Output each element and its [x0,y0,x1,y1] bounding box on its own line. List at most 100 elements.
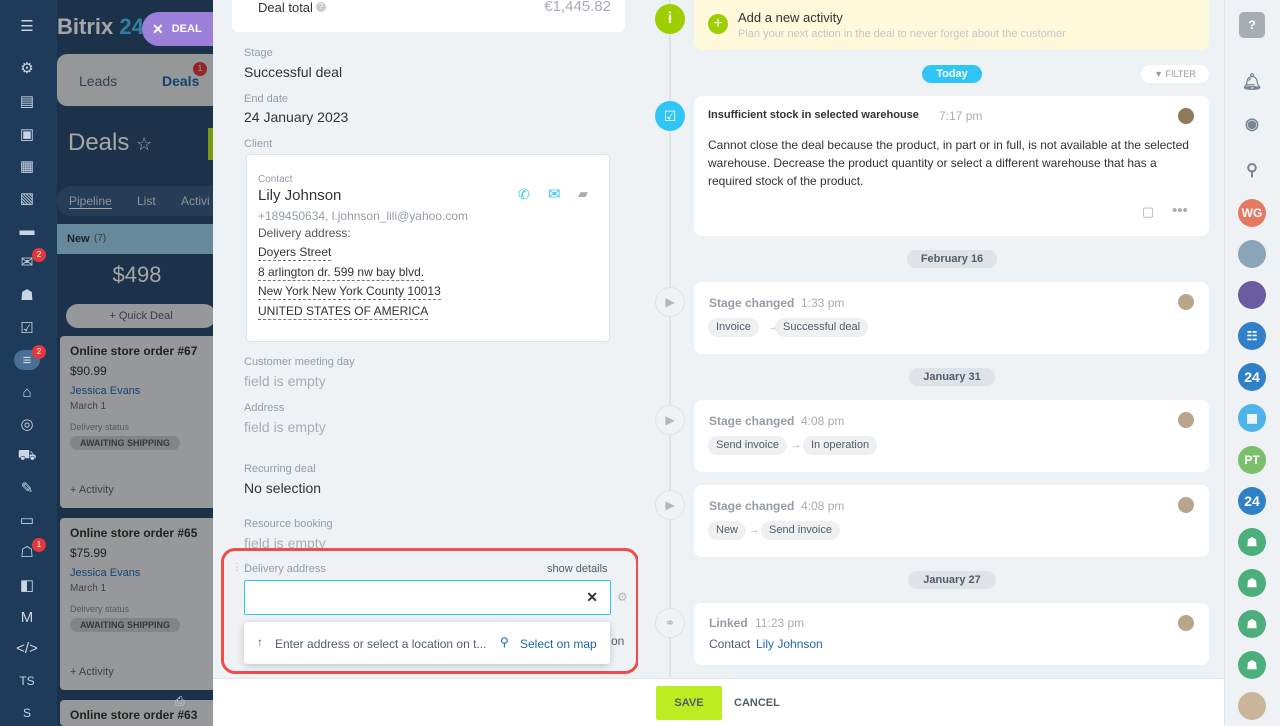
tasks-icon[interactable]: ☑ [14,318,40,338]
address-label: Address [244,402,285,414]
dropdown-hint[interactable]: Enter address or select a location on t.… [275,637,486,651]
filter-button[interactable]: ▼ FILTER [1141,65,1209,83]
add-activity-card[interactable]: + Add a new activity Plan your next acti… [694,0,1209,50]
group-icon[interactable]: ☗ [1238,569,1266,597]
arrow-up-icon: ↑ [257,635,263,649]
date-separator: February 16 [907,250,997,268]
user-avatar[interactable] [1178,294,1194,310]
contact-label: Contact [258,174,293,185]
id-card-icon[interactable]: ▭ [14,510,40,530]
box-icon[interactable]: ◧ [14,575,40,595]
nav-s[interactable]: S [14,703,40,723]
user-avatar[interactable] [1178,497,1194,513]
user-avatar[interactable] [1178,108,1194,124]
arrow-icon: → [749,525,759,536]
bitrix24-icon[interactable]: 24 [1238,363,1266,391]
end-date-label: End date [244,93,289,105]
user-avatar[interactable] [1178,615,1194,631]
printer-icon[interactable]: ⎙ [175,694,185,709]
document-icon[interactable]: ▧ [14,188,40,208]
avatar-wg[interactable]: WG [1238,199,1266,227]
bank-icon[interactable]: ⌂ [14,382,40,402]
group-chat-icon[interactable]: ☷ [1238,322,1266,350]
avatar-pt[interactable]: PT [1238,446,1266,474]
contact-name[interactable]: Lily Johnson [258,187,341,204]
address-value[interactable]: field is empty [244,419,326,435]
help-icon[interactable]: ? [316,2,326,12]
delivery-address-input[interactable]: ✕ [244,580,611,615]
info-icon: i [655,4,685,34]
client-label: Client [244,138,273,150]
user-avatar[interactable] [1238,692,1266,720]
bitrix24-icon[interactable]: 24 [1238,487,1266,515]
bell-icon[interactable]: 🔔︎ [1238,68,1266,96]
behind-text: on [611,634,625,648]
calendar-icon[interactable]: ▦ [1238,404,1266,432]
search-icon[interactable]: ⚲ [1238,156,1266,184]
group-icon[interactable]: ☗ [1238,651,1266,679]
recurring-value[interactable]: No selection [244,480,321,496]
nav-ts[interactable]: TS [14,671,40,691]
crm-badge: 2 [32,345,46,359]
contacts-icon[interactable]: ☗ [14,285,40,305]
alert-time: 7:17 pm [939,109,983,123]
linked-card: Linked 11:23 pm Contact Lily Johnson [694,603,1209,665]
task-check-icon: ☑ [655,101,685,131]
drive-icon[interactable]: ▬ [14,220,40,240]
stage-from: Send invoice [708,436,787,455]
group-icon[interactable]: ☗ [1238,528,1266,556]
help-icon[interactable]: ? [1239,12,1265,38]
sitemap-icon[interactable]: ⚙ [14,58,40,78]
group-icon[interactable]: ☗ [1238,610,1266,638]
chat-icon[interactable]: ▰ [578,186,588,202]
contact-info: +189450634, l.johnson_lili@yahoo.com [258,209,468,223]
left-nav: ☰ ⚙ ▤ ▣ ▦ ▧ ▬ ✉ 2 ☗ ☑ ≡ 2 ⌂ ◎ ⛟ ✎ ▭ ☖ 1 … [0,0,57,726]
calendar-icon[interactable]: ▦ [14,156,40,176]
meeting-label: Customer meeting day [244,356,355,368]
deal-total-box: Deal total ? €1,445.82 [232,0,625,32]
phone-icon[interactable]: ✆ [518,186,530,203]
save-button[interactable]: SAVE [656,686,722,720]
stage-icon: ▶ [655,490,685,520]
mail-icon[interactable]: ✉ [548,185,561,203]
stage-change-card: Stage changed 4:08 pm Send invoice → In … [694,400,1209,472]
show-details-link[interactable]: show details [547,563,608,575]
sign-icon[interactable]: ✎ [14,478,40,498]
clear-icon[interactable]: ✕ [586,589,598,606]
feed-icon[interactable]: ▤ [14,91,40,111]
chat-icon[interactable]: ◉ [1238,110,1266,138]
stage-value[interactable]: Successful deal [244,64,342,80]
user-avatar[interactable] [1178,412,1194,428]
cart-icon[interactable]: ⛟ [14,446,40,466]
linked-contact-link[interactable]: Lily Johnson [756,637,823,651]
address-line[interactable]: 8 arlington dr. 599 nw bay blvd. [258,265,425,281]
plus-icon[interactable]: + [708,14,728,34]
address-line[interactable]: New York New York County 10013 [258,284,441,300]
close-slider-button[interactable]: ✕ DEAL [142,12,218,46]
marketing-icon[interactable]: М [14,607,40,627]
robot-badge: 1 [32,538,46,552]
user-avatar[interactable] [1238,240,1266,268]
address-line[interactable]: Doyers Street [258,245,332,261]
stage-to: Successful deal [775,318,869,337]
map-pin-icon[interactable]: ⚲ [500,635,509,649]
note-icon[interactable]: ▢ [1142,204,1154,220]
user-avatar[interactable] [1238,281,1266,309]
gear-icon[interactable]: ⚙ [617,590,628,604]
address-line[interactable]: UNITED STATES OF AMERICA [258,304,429,320]
address-suggest-dropdown: ↑ Enter address or select a location on … [244,622,610,664]
menu-icon[interactable]: ☰ [14,16,40,36]
more-icon[interactable]: ••• [1172,202,1188,219]
delivery-address-label: Delivery address [244,563,326,575]
select-on-map-link[interactable]: Select on map [520,637,597,651]
stage-from: Invoice [708,318,759,337]
end-date-value[interactable]: 24 January 2023 [244,109,348,125]
cancel-button[interactable]: CANCEL [734,697,780,709]
arrow-icon: → [791,440,801,451]
chat-icon[interactable]: ▣ [14,124,40,144]
code-icon[interactable]: </> [14,638,40,658]
target-icon[interactable]: ◎ [14,414,40,434]
stage-to: In operation [803,436,878,455]
recurring-label: Recurring deal [244,463,316,475]
meeting-value[interactable]: field is empty [244,373,326,389]
